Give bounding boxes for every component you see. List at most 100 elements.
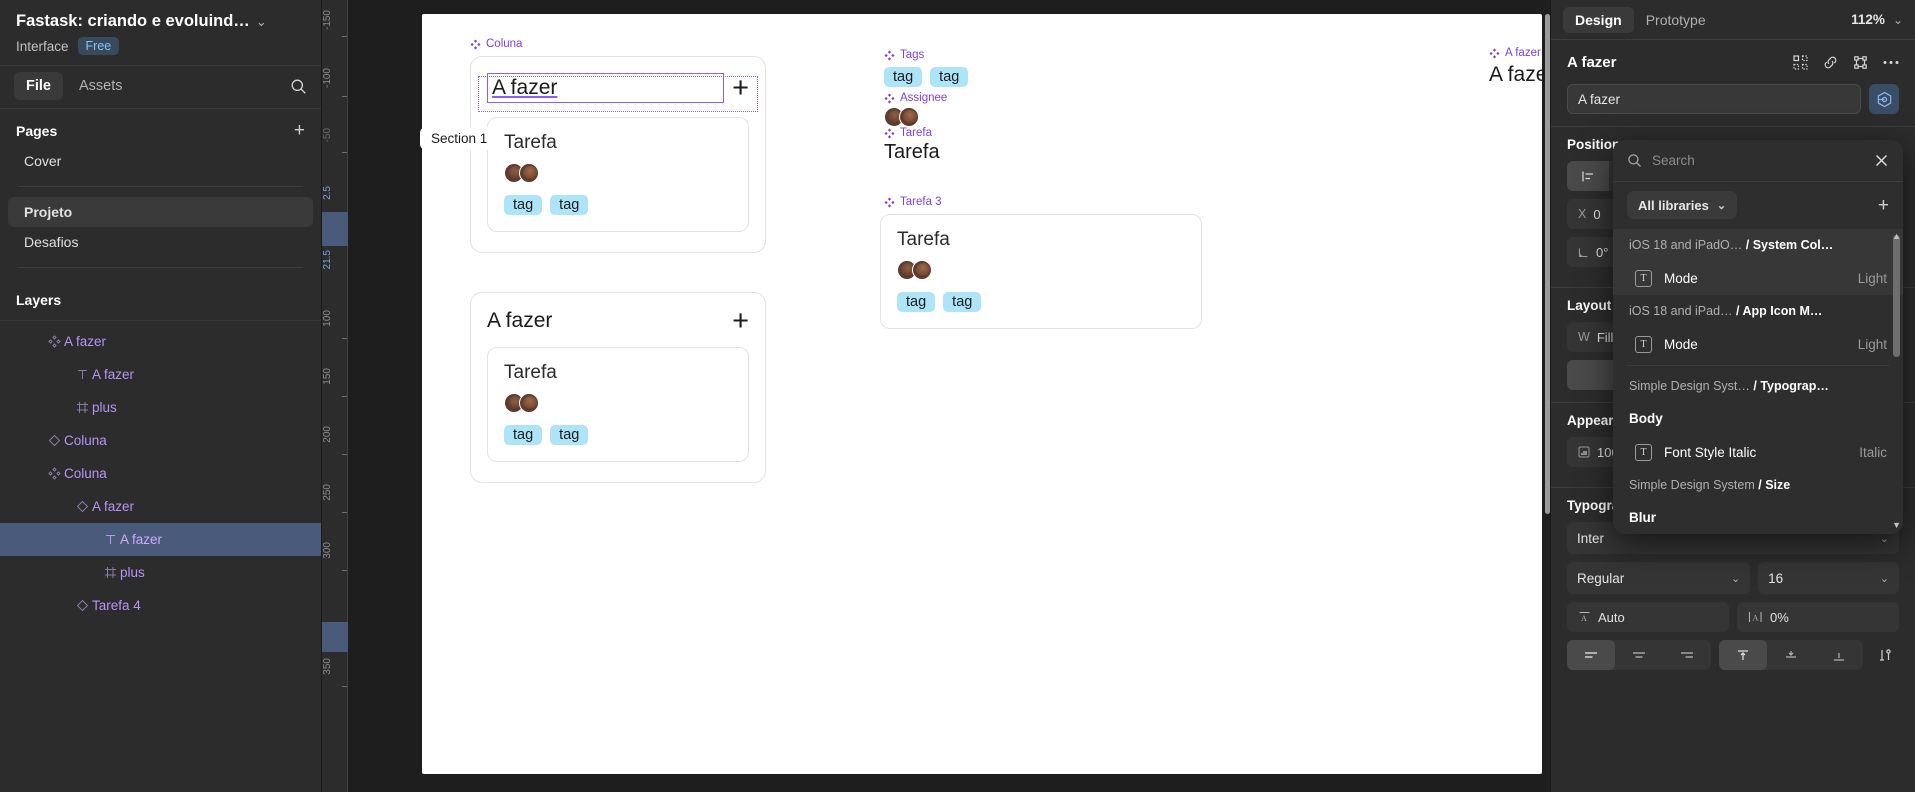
section-label-chip[interactable]: Section 1 [420, 127, 499, 150]
task-card-1[interactable]: Tarefa tag tag [487, 117, 749, 232]
variables-list: iOS 18 and iPadO… / System Col… T Mode L… [1613, 229, 1903, 534]
page-item-cover[interactable]: Cover [8, 146, 313, 176]
add-variable-button[interactable]: + [1878, 196, 1889, 215]
variable-plain-blur[interactable]: Blur [1613, 501, 1903, 534]
add-task-button[interactable]: + [732, 306, 749, 335]
variables-search-input[interactable] [1652, 153, 1864, 168]
font-weight-select[interactable]: Regular ⌄ [1567, 562, 1751, 594]
layer-row-a-fazer-text-1[interactable]: A fazer [0, 358, 321, 391]
node-label-coluna[interactable]: Coluna [470, 38, 522, 50]
tab-prototype[interactable]: Prototype [1634, 7, 1718, 33]
group-collection-name: Typograp… [1760, 379, 1829, 393]
layer-row-coluna-instance[interactable]: Coluna [0, 424, 321, 457]
zoom-level[interactable]: 112% [1851, 12, 1885, 27]
kanban-column-2[interactable]: A fazer + Tarefa tag tag [470, 292, 766, 483]
page-item-projeto[interactable]: Projeto [8, 197, 313, 227]
text-options-icon[interactable] [1871, 648, 1899, 662]
page-item-desafios[interactable]: Desafios [8, 227, 313, 257]
layer-row-plus-2[interactable]: plus [0, 556, 321, 589]
variable-group-header[interactable]: iOS 18 and iPad… / App Icon M… [1613, 295, 1903, 327]
file-title-row[interactable]: Fastask: criando e evoluind… ⌄ [16, 12, 305, 31]
add-task-button[interactable]: + [732, 73, 749, 102]
tab-file[interactable]: File [14, 72, 63, 100]
line-height-field[interactable]: A Auto [1567, 602, 1729, 632]
column-1-title-input[interactable]: A fazer [487, 73, 725, 103]
add-page-button[interactable]: + [294, 121, 305, 140]
task-card-2[interactable]: Tarefa tag tag [487, 347, 749, 462]
text-align-middle-button[interactable] [1767, 640, 1815, 670]
variable-item-mode-2[interactable]: T Mode Light [1613, 327, 1903, 361]
variable-group-header[interactable]: Simple Design System / Size [1613, 469, 1903, 501]
tag-chip[interactable]: tag [504, 425, 543, 445]
frame-select-icon[interactable] [1853, 55, 1868, 70]
column-2-title[interactable]: A fazer [487, 309, 552, 333]
tag-chip[interactable]: tag [943, 292, 982, 312]
search-icon[interactable] [290, 78, 307, 95]
variables-list-scrollbar[interactable] [1893, 235, 1900, 357]
layer-row-a-fazer-instance[interactable]: A fazer [0, 490, 321, 523]
node-label-text: A fazer [1505, 47, 1541, 59]
variable-item-font-style-italic[interactable]: T Font Style Italic Italic [1613, 435, 1903, 469]
library-filter-label: All libraries [1638, 197, 1709, 213]
link-icon[interactable] [1823, 55, 1838, 70]
text-align-left-button[interactable] [1567, 640, 1615, 670]
ruler-tick-active: 21.5 [322, 250, 333, 270]
chevron-down-icon[interactable]: ⌄ [1893, 13, 1903, 27]
layer-row-plus-1[interactable]: plus [0, 391, 321, 424]
more-options-icon[interactable] [1883, 60, 1899, 65]
variable-item-mode-1[interactable]: T Mode Light [1613, 261, 1903, 295]
font-size-select[interactable]: 16 ⌄ [1758, 562, 1899, 594]
tag-chip[interactable]: tag [884, 67, 923, 87]
scroll-up-arrow-icon[interactable]: ▲ [1892, 231, 1901, 241]
tag-chip[interactable]: tag [504, 195, 543, 215]
avatar [519, 163, 539, 183]
vertical-ruler[interactable]: -150 -100 -50 2.5 21.5 100 150 200 250 3… [322, 0, 348, 792]
kanban-column-1[interactable]: A fazer + Tarefa tag tag [470, 56, 766, 253]
variable-value: Light [1857, 270, 1887, 286]
library-filter-dropdown[interactable]: All libraries ⌄ [1627, 191, 1738, 219]
layer-row-coluna-component[interactable]: Coluna [0, 457, 321, 490]
variable-group-header[interactable]: Simple Design Syst… / Typograp… [1613, 370, 1903, 402]
tag-chip[interactable]: tag [550, 195, 589, 215]
node-label-tarefa[interactable]: Tarefa [884, 127, 932, 139]
layer-row-a-fazer-component[interactable]: A fazer [0, 325, 321, 358]
text-align-right-button[interactable] [1663, 640, 1711, 670]
tab-assets[interactable]: Assets [67, 72, 135, 100]
tag-chip[interactable]: tag [930, 67, 969, 87]
layer-row-tarefa-4[interactable]: Tarefa 4 [0, 589, 321, 622]
object-name-input[interactable] [1567, 84, 1861, 114]
ruler-dash [342, 338, 347, 339]
tag-chip[interactable]: tag [897, 292, 936, 312]
text-align-center-button[interactable] [1615, 640, 1663, 670]
scroll-down-arrow-icon[interactable]: ▼ [1892, 520, 1901, 530]
tab-design[interactable]: Design [1563, 6, 1634, 33]
column-1-header: A fazer + [487, 73, 749, 103]
node-label-tags[interactable]: Tags [884, 49, 924, 61]
close-icon[interactable] [1874, 153, 1889, 168]
chevron-down-icon[interactable]: ⌄ [256, 15, 267, 28]
canvas-area[interactable]: -150 -100 -50 2.5 21.5 100 150 200 250 3… [322, 0, 1550, 792]
variable-plain-body[interactable]: Body [1613, 402, 1903, 435]
task-card-tarefa-3[interactable]: Tarefa tag tag [880, 214, 1202, 329]
layer-label: Coluna [64, 433, 107, 448]
text-align-bottom-button[interactable] [1815, 640, 1863, 670]
rotation-icon [1578, 247, 1589, 258]
component-tarefa-text: Tarefa [884, 141, 940, 163]
node-label-a-fazer[interactable]: A fazer [1489, 47, 1541, 59]
component-grid-icon[interactable] [1793, 54, 1808, 70]
plan-badge[interactable]: Free [77, 37, 120, 55]
text-align-top-button[interactable] [1719, 640, 1767, 670]
artboard-section-1[interactable]: Coluna A fazer + Tarefa tag tag A fazer … [422, 14, 1550, 774]
a-fazer-component-row[interactable]: A fazer + [1489, 63, 1550, 87]
layer-row-a-fazer-text-selected[interactable]: A fazer [0, 523, 321, 556]
variables-icon[interactable] [1869, 84, 1899, 114]
svg-text:A: A [1581, 614, 1587, 623]
align-left-button[interactable] [1567, 161, 1609, 191]
node-label-assignee[interactable]: Assignee [884, 92, 947, 104]
letter-spacing-field[interactable]: A 0% [1737, 602, 1899, 632]
tag-chip[interactable]: tag [550, 425, 589, 445]
node-label-tarefa-3[interactable]: Tarefa 3 [884, 196, 942, 208]
variable-group-header[interactable]: iOS 18 and iPadO… / System Col… [1613, 229, 1903, 261]
ruler-dash [342, 152, 347, 153]
variables-dropdown-panel[interactable]: All libraries ⌄ + iOS 18 and iPadO… / Sy… [1613, 140, 1903, 534]
